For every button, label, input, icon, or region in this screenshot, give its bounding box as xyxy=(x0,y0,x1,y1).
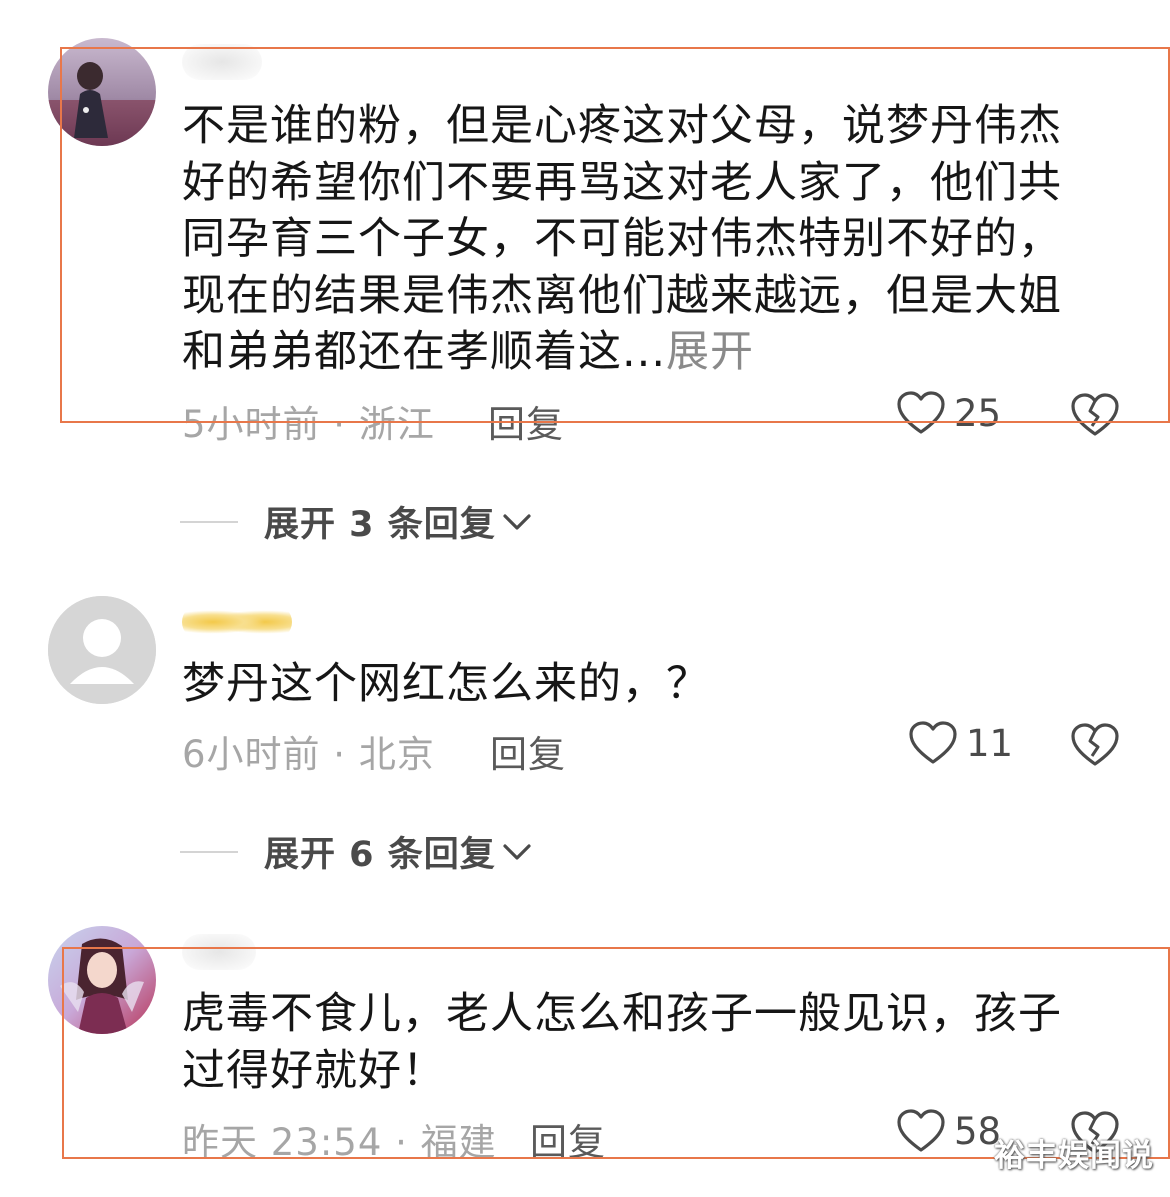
highlight-box-2 xyxy=(62,947,1170,1159)
highlight-box-1 xyxy=(60,47,1170,423)
watermark: 裕丰娱闻说 xyxy=(994,1138,1154,1174)
